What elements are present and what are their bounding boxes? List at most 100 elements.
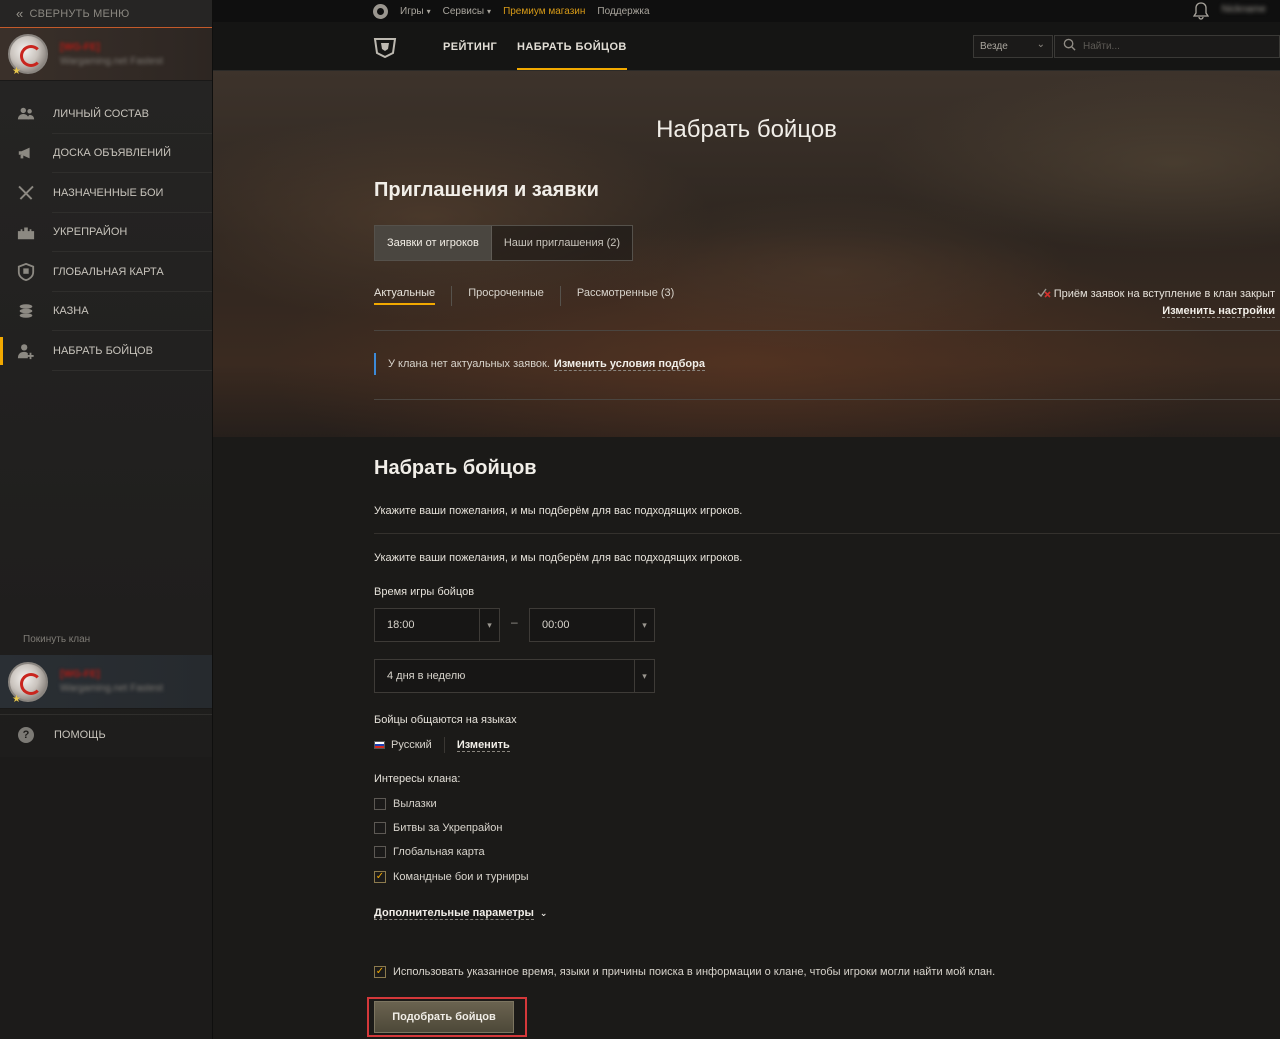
requests-segmented-control: Заявки от игроков Наши приглашения (2)	[374, 225, 634, 261]
russia-flag-icon	[374, 741, 385, 749]
username[interactable]: Nickname	[1222, 4, 1266, 15]
advanced-params-toggle[interactable]: Дополнительные параметры ⌄	[374, 907, 547, 920]
services-menu[interactable]: Сервисы ▾	[443, 6, 491, 17]
sidebar-item-label: НАЗНАЧЕННЫЕ БОИ	[53, 186, 164, 199]
sidebar-item-label: УКРЕПРАЙОН	[53, 226, 128, 239]
premium-shop-link[interactable]: Премиум магазин	[503, 6, 585, 17]
hero-section: Набрать бойцов Приглашения и заявки Заяв…	[213, 71, 1280, 437]
chevron-down-icon: ▾	[634, 609, 654, 641]
request-status-tabs: Актуальные Просроченные Рассмотренные (3…	[374, 286, 674, 306]
tab-expired[interactable]: Просроченные	[468, 287, 544, 305]
languages-row: Русский Изменить	[374, 737, 510, 753]
divider	[374, 399, 1280, 400]
sidebar-item-assigned-battles[interactable]: НАЗНАЧЕННЫЕ БОИ	[0, 173, 212, 213]
clan-tag: [WG-FE]	[60, 669, 100, 680]
checkbox[interactable]	[374, 846, 386, 858]
interest-global-map[interactable]: Глобальная карта	[374, 846, 485, 858]
find-recruits-button[interactable]: Подобрать бойцов	[374, 1001, 514, 1033]
applications-closed-text: Приём заявок на вступление в клан закрыт	[1053, 288, 1275, 300]
use-info-label: Использовать указанное время, языки и пр…	[393, 966, 996, 978]
recruit-description-secondary: Укажите ваши пожелания, и мы подберём дл…	[374, 552, 743, 564]
bell-icon[interactable]	[1192, 2, 1210, 20]
collapse-menu-button[interactable]: « СВЕРНУТЬ МЕНЮ	[0, 0, 212, 27]
change-settings-link[interactable]: Изменить настройки	[1162, 305, 1275, 318]
use-info-option[interactable]: ✓ Использовать указанное время, языки и …	[374, 966, 995, 978]
shield-map-icon	[16, 262, 36, 282]
time-to-select[interactable]: 00:00 ▾	[529, 608, 655, 642]
sidebar-item-recruit[interactable]: НАБРАТЬ БОЙЦОВ	[0, 331, 212, 371]
divider	[374, 330, 1280, 331]
time-range-dash: –	[511, 615, 518, 629]
wargaming-logo-icon[interactable]	[373, 3, 388, 19]
recruit-description: Укажите ваши пожелания, и мы подберём дл…	[374, 505, 743, 517]
tab-divider	[451, 286, 453, 306]
games-menu[interactable]: Игры ▾	[400, 6, 431, 17]
clan-card[interactable]: ★ [WG-FE] Wargaming.net Fastest	[0, 27, 212, 81]
top-bar: Игры ▾ Сервисы ▾ Премиум магазин Поддерж…	[213, 0, 1280, 22]
search-input[interactable]	[1083, 41, 1263, 52]
region-select[interactable]: Везде ⌄	[973, 35, 1053, 58]
invitations-title: Приглашения и заявки	[374, 179, 599, 201]
checkbox[interactable]	[374, 798, 386, 810]
days-per-week-select[interactable]: 4 дня в неделю ▾	[374, 659, 655, 693]
sidebar-item-help[interactable]: ? ПОМОЩЬ	[0, 714, 212, 754]
region-value: Везде	[980, 41, 1008, 52]
interest-team-battles[interactable]: ✓ Командные бои и турниры	[374, 871, 529, 883]
languages-label: Бойцы общаются на языках	[374, 714, 517, 726]
tab-reviewed[interactable]: Рассмотренные (3)	[577, 287, 674, 305]
recruit-form: Набрать бойцов Укажите ваши пожелания, и…	[213, 437, 1280, 1039]
question-icon: ?	[18, 726, 34, 743]
time-from-select[interactable]: 18:00 ▾	[374, 608, 500, 642]
sidebar-item-personnel[interactable]: ЛИЧНЫЙ СОСТАВ	[0, 94, 212, 134]
sidebar-item-label: ДОСКА ОБЪЯВЛЕНИЙ	[53, 147, 171, 160]
sidebar-item-board[interactable]: ДОСКА ОБЪЯВЛЕНИЙ	[0, 134, 212, 174]
sidebar-nav: ЛИЧНЫЙ СОСТАВ ДОСКА ОБЪЯВЛЕНИЙ НАЗНАЧЕНН…	[0, 94, 212, 371]
games-menu-label: Игры	[400, 5, 424, 17]
interests-label: Интересы клана:	[374, 773, 461, 785]
double-chevron-left-icon: «	[16, 6, 24, 21]
search-box[interactable]	[1054, 35, 1280, 58]
leave-clan-link[interactable]: Покинуть клан	[23, 634, 90, 645]
tab-current[interactable]: Актуальные	[374, 287, 436, 305]
sidebar-item-stronghold[interactable]: УКРЕПРАЙОН	[0, 213, 212, 253]
no-requests-text: У клана нет актуальных заявок.	[388, 358, 550, 370]
support-link[interactable]: Поддержка	[597, 6, 649, 17]
sidebar-item-label: НАБРАТЬ БОЙЦОВ	[53, 344, 153, 357]
wot-logo-icon[interactable]	[373, 36, 397, 59]
time-from-value: 18:00	[387, 619, 415, 631]
change-conditions-link[interactable]: Изменить условия подбора	[553, 358, 705, 371]
services-menu-label: Сервисы	[442, 5, 485, 17]
clan-card-bottom[interactable]: ★ [WG-FE] Wargaming.net Fastest	[0, 655, 212, 709]
tab-rating[interactable]: РЕЙТИНГ	[443, 22, 497, 70]
sidebar-lower-panel	[0, 757, 212, 1039]
interest-stronghold-battles[interactable]: Битвы за Укрепрайон	[374, 822, 503, 834]
chevron-down-icon: ▾	[634, 660, 654, 692]
change-languages-link[interactable]: Изменить	[456, 739, 510, 752]
collapse-menu-label: СВЕРНУТЬ МЕНЮ	[29, 7, 130, 20]
sidebar: « СВЕРНУТЬ МЕНЮ ★ [WG-FE] Wargaming.net …	[0, 0, 213, 1039]
seg-our-invites[interactable]: Наши приглашения (2)	[491, 226, 633, 260]
sidebar-item-global-map[interactable]: ГЛОБАЛЬНАЯ КАРТА	[0, 252, 212, 292]
divider	[443, 737, 445, 753]
interest-sorties[interactable]: Вылазки	[374, 798, 437, 810]
checkbox[interactable]	[374, 822, 386, 834]
play-time-label: Время игры бойцов	[374, 586, 475, 598]
crossed-swords-icon	[16, 183, 36, 203]
checkbox-checked[interactable]: ✓	[374, 966, 386, 978]
language-value: Русский	[391, 739, 432, 751]
checkbox-checked[interactable]: ✓	[374, 871, 386, 883]
divider	[374, 533, 1280, 534]
advanced-params-label: Дополнительные параметры	[374, 907, 534, 920]
page-title: Набрать бойцов	[656, 116, 837, 143]
megaphone-icon	[16, 143, 36, 163]
time-to-value: 00:00	[542, 619, 570, 631]
sidebar-item-treasury[interactable]: КАЗНА	[0, 292, 212, 332]
seg-player-requests[interactable]: Заявки от игроков	[375, 226, 492, 260]
coins-icon	[16, 301, 36, 321]
sidebar-item-label: КАЗНА	[53, 305, 89, 318]
clan-name: Wargaming.net Fastest	[60, 55, 164, 67]
tab-recruit[interactable]: НАБРАТЬ БОЙЦОВ	[517, 22, 627, 70]
interest-label: Глобальная карта	[393, 846, 485, 858]
rank-chevron-icon: ★	[12, 694, 21, 705]
chevron-down-icon: ⌄	[1036, 39, 1045, 50]
